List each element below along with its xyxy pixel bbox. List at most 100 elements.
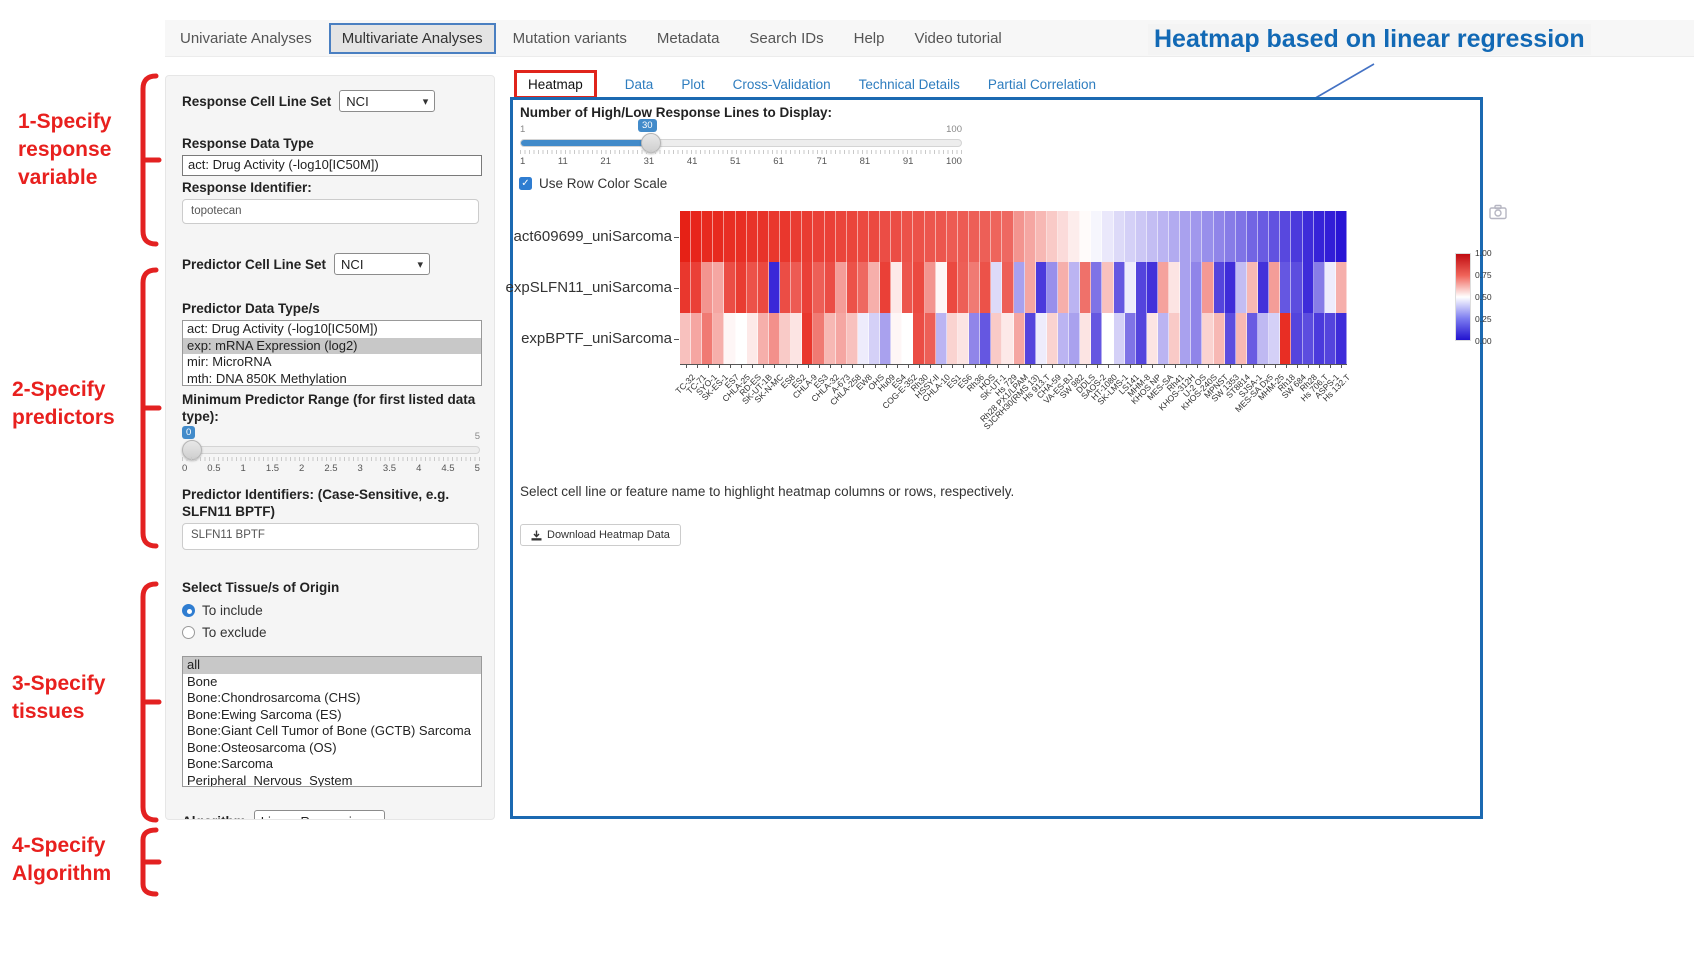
min-predictor-range-slider[interactable]: 0 5 00.511.522.533.544.55 bbox=[182, 429, 480, 477]
heatmap-cell[interactable] bbox=[836, 313, 847, 364]
heatmap-cell[interactable] bbox=[1025, 313, 1036, 364]
heatmap-cell[interactable] bbox=[1202, 211, 1213, 262]
heatmap-cell[interactable] bbox=[1147, 262, 1158, 313]
heatmap-cell[interactable] bbox=[1291, 313, 1302, 364]
heatmap-cell[interactable] bbox=[947, 313, 958, 364]
tissue-option[interactable]: Peripheral_Nervous_System bbox=[183, 773, 481, 788]
heatmap-cell[interactable] bbox=[736, 262, 747, 313]
heatmap-cell[interactable] bbox=[758, 211, 769, 262]
heatmap-cell[interactable] bbox=[1202, 262, 1213, 313]
heatmap-cell[interactable] bbox=[747, 211, 758, 262]
heatmap-cell[interactable] bbox=[1058, 313, 1069, 364]
heatmap-cell[interactable] bbox=[1258, 211, 1269, 262]
heatmap-row-label[interactable]: act609699_uniSarcoma bbox=[514, 228, 672, 245]
heatmap-cell[interactable] bbox=[1058, 262, 1069, 313]
heatmap-cell[interactable] bbox=[869, 211, 880, 262]
heatmap-cell[interactable] bbox=[913, 211, 924, 262]
heatmap-cell[interactable] bbox=[1091, 313, 1102, 364]
heatmap-cell[interactable] bbox=[791, 211, 802, 262]
heatmap-cell[interactable] bbox=[1180, 211, 1191, 262]
heatmap-cell[interactable] bbox=[1214, 262, 1225, 313]
heatmap-cell[interactable] bbox=[1114, 262, 1125, 313]
heatmap-cell[interactable] bbox=[980, 211, 991, 262]
tissue-option[interactable]: Bone bbox=[183, 674, 481, 691]
heatmap-cell[interactable] bbox=[847, 211, 858, 262]
heatmap-cell[interactable] bbox=[825, 211, 836, 262]
tab-heatmap[interactable]: Heatmap bbox=[514, 70, 597, 99]
heatmap-cell[interactable] bbox=[1336, 262, 1347, 313]
heatmap-cell[interactable] bbox=[902, 211, 913, 262]
predictor-cell-line-set-select[interactable]: NCI ▾ bbox=[334, 253, 430, 275]
heatmap-cell[interactable] bbox=[958, 211, 969, 262]
heatmap-cell[interactable] bbox=[1125, 313, 1136, 364]
tissue-option[interactable]: Bone:Giant Cell Tumor of Bone (GCTB) Sar… bbox=[183, 723, 481, 740]
heatmap-cell[interactable] bbox=[813, 313, 824, 364]
heatmap-cell[interactable] bbox=[1214, 211, 1225, 262]
heatmap-cell[interactable] bbox=[980, 262, 991, 313]
heatmap-cell[interactable] bbox=[1258, 262, 1269, 313]
heatmap-cell[interactable] bbox=[1158, 313, 1169, 364]
heatmap-cell[interactable] bbox=[1247, 211, 1258, 262]
heatmap-cell[interactable] bbox=[836, 211, 847, 262]
heatmap-cell[interactable] bbox=[1236, 262, 1247, 313]
heatmap-cell[interactable] bbox=[1236, 313, 1247, 364]
heatmap-cell[interactable] bbox=[869, 313, 880, 364]
heatmap-cell[interactable] bbox=[1102, 313, 1113, 364]
heatmap-cell[interactable] bbox=[1158, 211, 1169, 262]
heatmap-cell[interactable] bbox=[791, 262, 802, 313]
heatmap-cell[interactable] bbox=[1303, 262, 1314, 313]
heatmap-cell[interactable] bbox=[880, 262, 891, 313]
heatmap-cell[interactable] bbox=[769, 211, 780, 262]
heatmap-cell[interactable] bbox=[1080, 262, 1091, 313]
heatmap-cell[interactable] bbox=[1025, 262, 1036, 313]
heatmap-cell[interactable] bbox=[1102, 262, 1113, 313]
predictor-data-type-option[interactable]: act: Drug Activity (-log10[IC50M]) bbox=[183, 321, 481, 338]
heatmap-cell[interactable] bbox=[758, 262, 769, 313]
predictor-data-type-option[interactable]: exp: mRNA Expression (log2) bbox=[183, 338, 481, 355]
heatmap-cell[interactable] bbox=[1158, 262, 1169, 313]
heatmap-cell[interactable] bbox=[680, 313, 691, 364]
response-data-type-select[interactable]: act: Drug Activity (-log10[IC50M]) bbox=[182, 155, 482, 176]
heatmap-cell[interactable] bbox=[1069, 211, 1080, 262]
heatmap-cell[interactable] bbox=[780, 262, 791, 313]
heatmap-cell[interactable] bbox=[1225, 262, 1236, 313]
heatmap-cell[interactable] bbox=[936, 313, 947, 364]
heatmap-cell[interactable] bbox=[925, 262, 936, 313]
heatmap-cell[interactable] bbox=[1247, 262, 1258, 313]
heatmap-cell[interactable] bbox=[1258, 313, 1269, 364]
heatmap-cell[interactable] bbox=[1080, 211, 1091, 262]
tab-technical-details[interactable]: Technical Details bbox=[859, 77, 960, 92]
heatmap-cell[interactable] bbox=[825, 313, 836, 364]
heatmap-cell[interactable] bbox=[713, 313, 724, 364]
heatmap-cell[interactable] bbox=[747, 313, 758, 364]
heatmap-cell[interactable] bbox=[1236, 211, 1247, 262]
heatmap-cell[interactable] bbox=[936, 262, 947, 313]
heatmap-cell[interactable] bbox=[1169, 211, 1180, 262]
heatmap-cell[interactable] bbox=[1325, 262, 1336, 313]
download-heatmap-data-button[interactable]: Download Heatmap Data bbox=[520, 524, 681, 546]
heatmap-cell[interactable] bbox=[1314, 211, 1325, 262]
heatmap-cell[interactable] bbox=[747, 262, 758, 313]
heatmap-cell[interactable] bbox=[991, 313, 1002, 364]
heatmap-cell[interactable] bbox=[758, 313, 769, 364]
heatmap-cell[interactable] bbox=[1047, 211, 1058, 262]
heatmap-cell[interactable] bbox=[736, 313, 747, 364]
heatmap-cell[interactable] bbox=[1047, 313, 1058, 364]
heatmap-cell[interactable] bbox=[1069, 262, 1080, 313]
heatmap-cell[interactable] bbox=[991, 262, 1002, 313]
heatmap-cell[interactable] bbox=[1280, 262, 1291, 313]
heatmap-cell[interactable] bbox=[836, 262, 847, 313]
heatmap-cell[interactable] bbox=[1191, 313, 1202, 364]
heatmap-cell[interactable] bbox=[1280, 313, 1291, 364]
heatmap-cell[interactable] bbox=[969, 211, 980, 262]
heatmap-cell[interactable] bbox=[1091, 211, 1102, 262]
heatmap-cell[interactable] bbox=[1336, 313, 1347, 364]
heatmap-cell[interactable] bbox=[1147, 211, 1158, 262]
heatmap-cell[interactable] bbox=[724, 211, 735, 262]
heatmap-cell[interactable] bbox=[925, 211, 936, 262]
heatmap-cell[interactable] bbox=[1336, 211, 1347, 262]
nav-item-video-tutorial[interactable]: Video tutorial bbox=[901, 23, 1014, 54]
heatmap-cell[interactable] bbox=[1125, 262, 1136, 313]
heatmap-cell[interactable] bbox=[780, 211, 791, 262]
heatmap-cell[interactable] bbox=[947, 262, 958, 313]
